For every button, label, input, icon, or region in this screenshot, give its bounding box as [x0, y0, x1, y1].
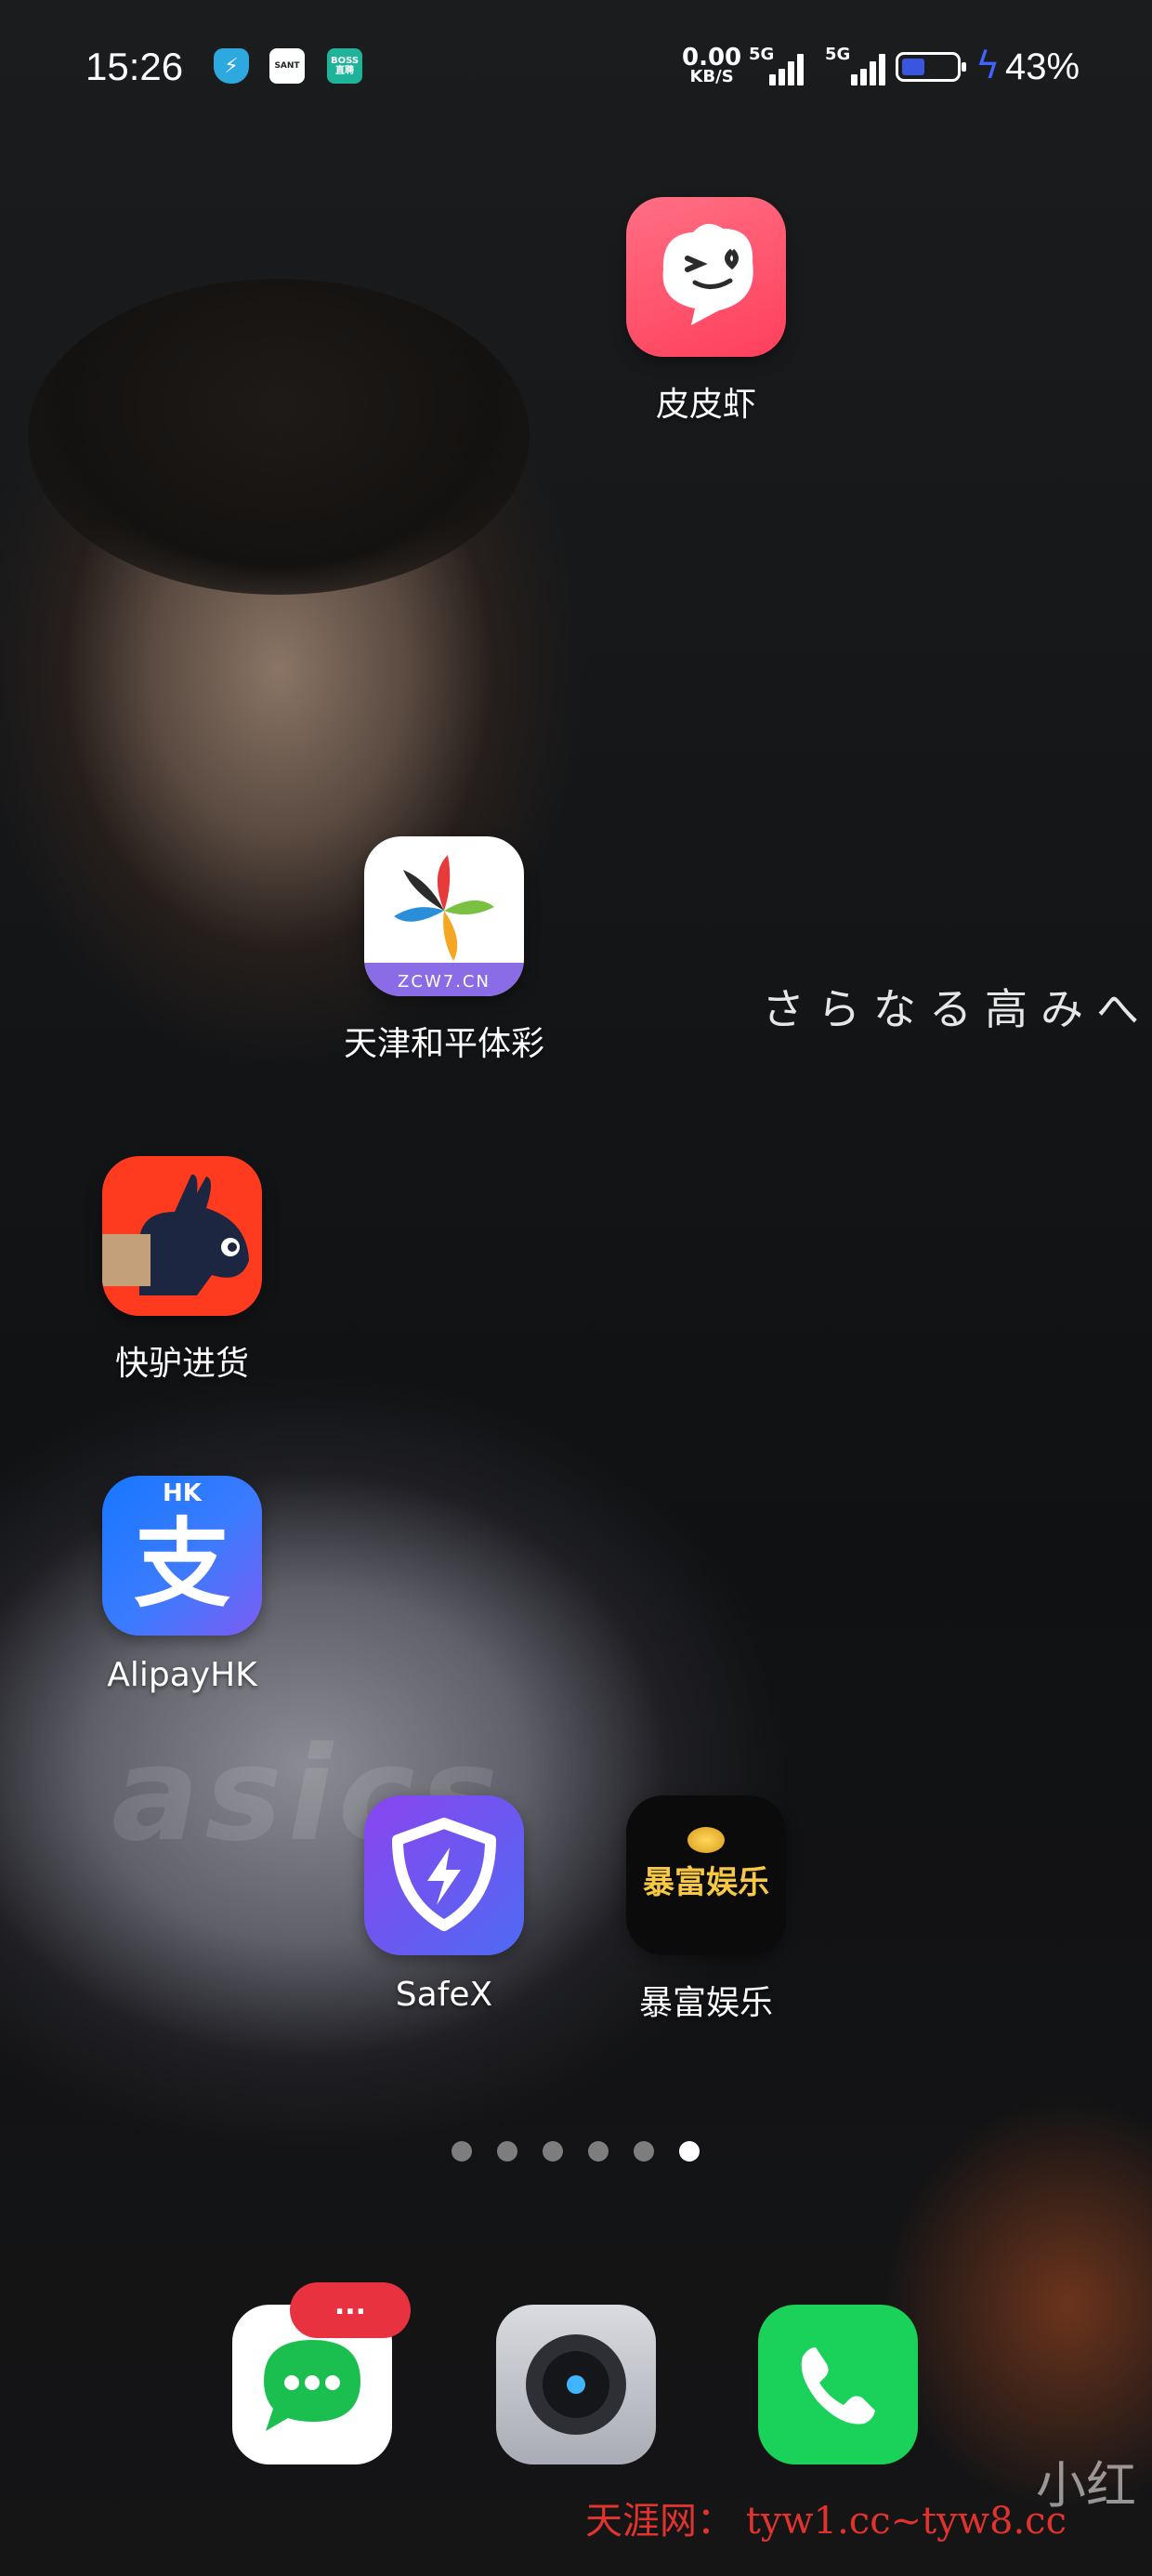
app-tianjin-heping-ticai[interactable]: ZCW7.CN 天津和平体彩: [333, 836, 556, 1065]
bottom-watermark: 天涯网： tyw1.cc~tyw8.cc: [585, 2500, 1067, 2543]
app-baofu-yule[interactable]: 暴富娱乐 暴富娱乐: [595, 1795, 818, 2024]
page-dot-active[interactable]: [679, 2141, 700, 2162]
signal-icon: 5G: [749, 45, 810, 85]
alipayhk-hk-text: HK: [163, 1479, 202, 1507]
safex-shield-icon: [364, 1795, 524, 1955]
kuailv-donkey-icon: [102, 1156, 262, 1316]
app-pipixia[interactable]: 皮皮虾: [595, 197, 818, 426]
app-label: AlipayHK: [107, 1656, 257, 1694]
page-dot[interactable]: [543, 2141, 563, 2162]
camera-lens-icon: [526, 2334, 626, 2435]
status-time: 15:26: [85, 45, 184, 88]
network-speed-unit: KB/S: [689, 67, 734, 86]
page-indicator[interactable]: [0, 2141, 1152, 2163]
wallpaper-japanese-text: さらなる高みへ: [762, 984, 1152, 1034]
status-bar: 15:26 ⚡ SANT BOSS 直聘 0.00 KB/S 5G 5G ϟ 4…: [0, 0, 1152, 139]
messages-notification-badge: ...: [290, 2282, 411, 2338]
page-dot[interactable]: [452, 2141, 472, 2162]
app-label: 皮皮虾: [655, 386, 756, 424]
alipayhk-icon: HK 支: [102, 1476, 262, 1636]
baofu-icon-text: 暴富娱乐: [643, 1864, 769, 1901]
page-dot[interactable]: [497, 2141, 517, 2162]
battery-fill: [902, 59, 924, 75]
app-label: 暴富娱乐: [638, 1984, 773, 2022]
signal-type-label: 5G: [749, 45, 775, 64]
notif-icon-glyph: ⚡: [224, 54, 239, 78]
baofu-coin-icon: [687, 1827, 725, 1853]
app-label: 天津和平体彩: [343, 1025, 544, 1063]
notif-icon-glyph: SANT: [274, 60, 300, 71]
dock-phone[interactable]: [758, 2305, 918, 2464]
shield-bolt-icon: ⚡: [214, 48, 249, 84]
page-dot[interactable]: [588, 2141, 609, 2162]
zcw-domain-text: ZCW7.CN: [398, 972, 491, 992]
page-dot[interactable]: [634, 2141, 654, 2162]
wallpaper-hair-shape: [28, 279, 530, 595]
signal-type-label: 5G: [825, 45, 851, 64]
battery-nub: [962, 62, 966, 72]
pipixia-icon: [626, 197, 786, 357]
app-safex[interactable]: SafeX: [333, 1795, 556, 2014]
battery-icon: [896, 52, 966, 82]
notif-icon-glyph: BOSS 直聘: [330, 56, 360, 76]
signal-icon: 5G: [825, 45, 886, 85]
tianjin-ticai-icon: ZCW7.CN: [364, 836, 524, 996]
network-speed-value: 0.00: [682, 44, 742, 72]
app-kuailv-jinhuo[interactable]: 快驴进货: [71, 1156, 294, 1385]
alipayhk-zhi-glyph: 支: [133, 1507, 230, 1621]
app-alipayhk[interactable]: HK 支 AlipayHK: [71, 1476, 294, 1694]
network-speed: 0.00 KB/S: [682, 46, 741, 85]
sant-app-icon: SANT: [269, 48, 305, 84]
dock-camera[interactable]: [496, 2305, 656, 2464]
app-label: SafeX: [395, 1976, 493, 2014]
charging-bolt-icon: ϟ: [975, 45, 1001, 87]
app-label: 快驴进货: [114, 1345, 249, 1383]
boss-zhipin-icon: BOSS 直聘: [327, 48, 362, 84]
battery-percent: 43%: [1005, 46, 1080, 87]
phone-handset-icon: [801, 2347, 875, 2425]
baofu-yule-icon: 暴富娱乐: [626, 1795, 786, 1955]
